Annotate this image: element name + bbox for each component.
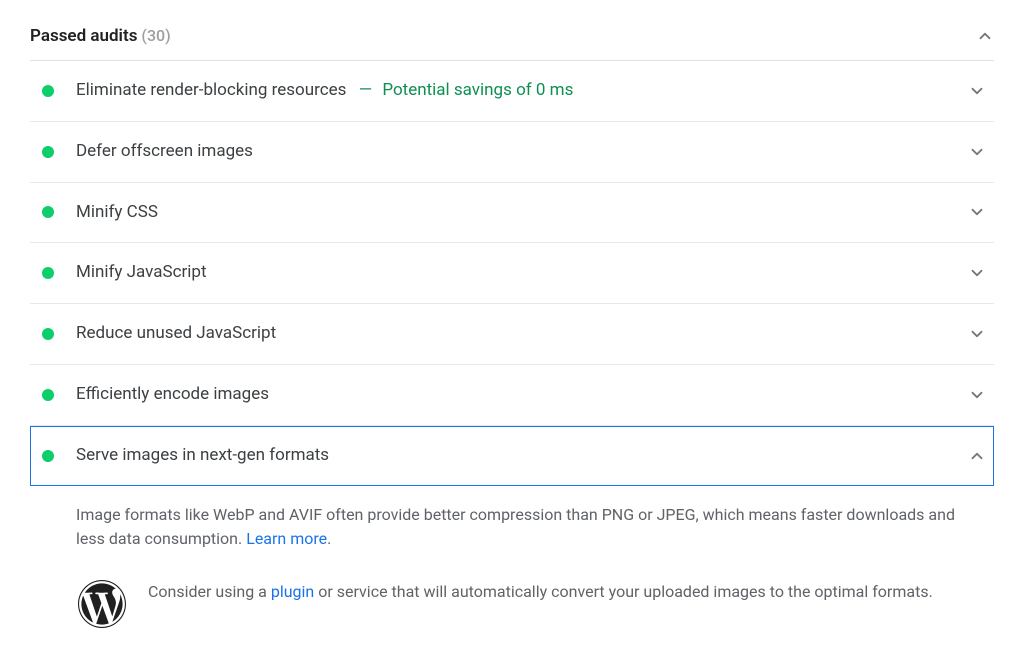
wordpress-suggestion-text: Consider using a plugin or service that … [148,580,933,605]
wordpress-logo-icon [78,580,126,628]
audit-row-minify-js[interactable]: Minify JavaScript [30,243,994,304]
chevron-down-icon [968,143,986,161]
audit-label: Eliminate render-blocking resources — Po… [76,79,968,103]
audit-label: Serve images in next-gen formats [76,444,968,468]
learn-more-link[interactable]: Learn more [246,529,327,548]
chevron-down-icon [968,82,986,100]
pass-dot-icon [42,328,54,340]
chevron-up-icon [976,27,994,45]
pass-dot-icon [42,450,54,462]
audit-label: Reduce unused JavaScript [76,322,968,346]
chevron-down-icon [968,264,986,282]
passed-audits-header[interactable]: Passed audits (30) [30,20,994,61]
chevron-down-icon [968,325,986,343]
pass-dot-icon [42,389,54,401]
audit-label: Efficiently encode images [76,383,968,407]
header-count: (30) [141,26,170,45]
audit-label: Defer offscreen images [76,140,968,164]
pass-dot-icon [42,85,54,97]
audit-detail-panel: Image formats like WebP and AVIF often p… [30,485,994,557]
pass-dot-icon [42,206,54,218]
audit-row-defer-offscreen[interactable]: Defer offscreen images [30,122,994,183]
chevron-up-icon [968,447,986,465]
pass-dot-icon [42,146,54,158]
audit-row-eliminate-render-blocking[interactable]: Eliminate render-blocking resources — Po… [30,61,994,122]
audit-row-unused-js[interactable]: Reduce unused JavaScript [30,304,994,365]
header-title: Passed audits [30,26,137,46]
pass-dot-icon [42,267,54,279]
audit-label: Minify JavaScript [76,261,968,285]
plugin-link[interactable]: plugin [271,582,314,601]
audit-label: Minify CSS [76,201,968,225]
audit-row-encode-images[interactable]: Efficiently encode images [30,365,994,426]
wordpress-suggestion: Consider using a plugin or service that … [30,556,994,634]
chevron-down-icon [968,386,986,404]
audit-row-minify-css[interactable]: Minify CSS [30,183,994,244]
chevron-down-icon [968,203,986,221]
detail-description: Image formats like WebP and AVIF often p… [76,503,982,553]
savings-text: Potential savings of 0 ms [382,80,573,100]
audit-row-next-gen-formats[interactable]: Serve images in next-gen formats [30,426,994,486]
audit-list: Eliminate render-blocking resources — Po… [30,61,994,634]
